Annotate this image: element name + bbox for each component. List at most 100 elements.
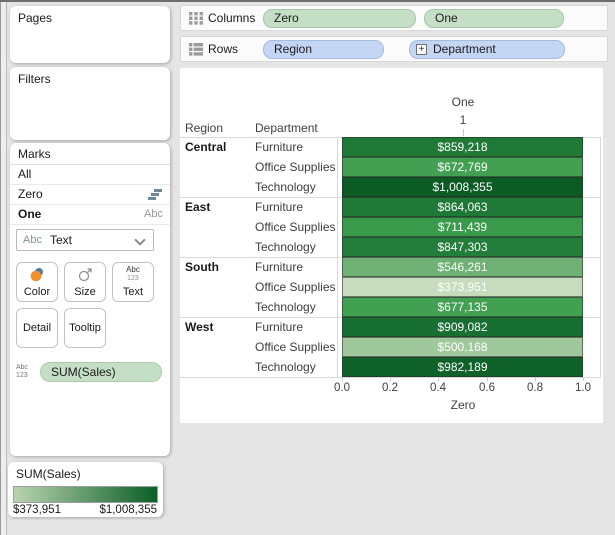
marks-layer-zero[interactable]: Zero (10, 185, 170, 205)
region-label: East (185, 200, 211, 214)
sales-bar[interactable]: $864,063 (342, 197, 583, 217)
size-button-label: Size (74, 286, 96, 298)
window-top-edge (0, 0, 615, 2)
left-pane-splitter (0, 2, 7, 535)
department-label: Technology (255, 180, 316, 194)
filters-shelf[interactable]: Filters (10, 67, 170, 140)
department-label: Office Supplies (255, 220, 336, 234)
axis-tick-label: 0.6 (479, 382, 495, 394)
rows-icon (189, 43, 203, 59)
rows-shelf[interactable]: Rows Region Department (180, 36, 608, 62)
detail-button[interactable]: Detail (16, 308, 58, 348)
pill-zero[interactable]: Zero (263, 9, 416, 28)
mark-type-value: Text (49, 233, 72, 247)
chevron-down-icon (134, 234, 146, 246)
sales-value: $672,769 (437, 160, 488, 174)
department-label: Office Supplies (255, 280, 336, 294)
sales-bar[interactable]: $1,008,355 (342, 177, 583, 197)
text-button-label: Text (122, 286, 144, 298)
axis-tick-label: 0.4 (430, 382, 446, 394)
columns-icon (189, 12, 203, 28)
pill-department-label: Department (433, 42, 496, 56)
department-label: Furniture (255, 260, 304, 274)
color-button-label: Color (23, 286, 51, 298)
department-label: Furniture (255, 140, 304, 154)
color-legend[interactable]: SUM(Sales) $373,951 $1,008,355 (8, 462, 163, 517)
size-button[interactable]: Size (64, 262, 106, 302)
rows-shelf-label: Rows (208, 42, 239, 56)
mark-type-dropdown[interactable]: Abc Text (16, 229, 154, 251)
department-label: Technology (255, 360, 316, 374)
region-label: West (185, 320, 214, 334)
table-row: Technology $982,189 (180, 357, 601, 377)
marks-layer-one[interactable]: One Abc (10, 205, 170, 225)
sales-value: $982,189 (437, 360, 488, 374)
expand-icon[interactable] (416, 44, 427, 55)
sales-bar[interactable]: $677,135 (342, 297, 583, 317)
sales-bar[interactable]: $982,189 (342, 357, 583, 377)
table-row: South Furniture $546,261 (180, 257, 601, 277)
pill-department[interactable]: Department (409, 40, 565, 59)
pill-region[interactable]: Region (263, 40, 384, 59)
color-button[interactable]: Color (16, 262, 58, 302)
axis-tick-label: 0.2 (382, 382, 398, 394)
sales-value: $546,261 (437, 260, 488, 274)
sales-bar[interactable]: $373,951 (342, 277, 583, 297)
department-label: Furniture (255, 200, 304, 214)
sales-value: $677,135 (437, 300, 488, 314)
sales-value: $1,008,355 (432, 180, 493, 194)
chart-area: One 1 Region Department Central Furnitur… (180, 68, 603, 423)
column-field-header: One (451, 95, 475, 109)
sales-value: $864,063 (437, 200, 488, 214)
sales-bar[interactable]: $546,261 (342, 257, 583, 277)
sales-bar[interactable]: $672,769 (342, 157, 583, 177)
marks-layer-all[interactable]: All (10, 165, 170, 185)
sales-value: $847,303 (437, 240, 488, 254)
abc-123-icon: Abc 123 (16, 364, 29, 379)
columns-shelf-label: Columns (208, 11, 256, 25)
marks-layer-zero-label: Zero (18, 187, 43, 201)
column-value-header: 1 (459, 113, 467, 127)
table-row: Central Furniture $859,218 (180, 137, 601, 157)
department-label: Furniture (255, 320, 304, 334)
pages-shelf[interactable]: Pages (10, 6, 170, 63)
tooltip-button-label: Tooltip (69, 322, 101, 334)
sales-value: $373,951 (437, 280, 488, 294)
tooltip-button[interactable]: Tooltip (64, 308, 106, 348)
sales-bar[interactable]: $909,082 (342, 317, 583, 337)
marks-card: Marks All Zero One Abc Abc Text Color Si… (10, 143, 170, 456)
gantt-bar-icon (148, 185, 163, 204)
sum-sales-pill[interactable]: SUM(Sales) (40, 362, 162, 382)
x-axis[interactable]: 0.0 0.2 0.4 0.6 0.8 1.0 (180, 377, 601, 399)
sales-bar[interactable]: $859,218 (342, 137, 583, 157)
pill-one[interactable]: One (424, 9, 564, 28)
sales-bar[interactable]: $500,168 (342, 337, 583, 357)
table-row: West Furniture $909,082 (180, 317, 601, 337)
sales-bar[interactable]: $847,303 (342, 237, 583, 257)
department-label: Technology (255, 240, 316, 254)
filters-shelf-title: Filters (18, 72, 51, 86)
sales-value: $909,082 (437, 320, 488, 334)
marks-layer-one-label: One (18, 207, 42, 221)
crosstab-table: Central Furniture $859,218 Office Suppli… (180, 137, 601, 378)
table-row: Technology $1,008,355 (180, 177, 601, 197)
marks-field-row: Abc 123 SUM(Sales) (16, 362, 166, 382)
color-icon (17, 266, 57, 283)
legend-min-value: $373,951 (13, 504, 61, 516)
sales-value: $711,439 (437, 220, 488, 234)
text-button[interactable]: Abc 123 Text (112, 262, 154, 302)
x-axis-title: Zero (450, 398, 476, 412)
sales-bar[interactable]: $711,439 (342, 217, 583, 237)
columns-shelf[interactable]: Columns Zero One (180, 5, 608, 31)
department-column-header: Department (255, 121, 318, 135)
legend-max-value: $1,008,355 (99, 504, 157, 516)
marks-title: Marks (10, 143, 170, 165)
abc-icon: Abc (23, 234, 42, 246)
color-gradient-bar (13, 486, 158, 503)
abc-123-icon: Abc 123 (126, 265, 140, 283)
column-header-tick (463, 129, 464, 136)
table-row: Office Supplies $711,439 (180, 217, 601, 237)
table-row: Office Supplies $500,168 (180, 337, 601, 357)
table-row: East Furniture $864,063 (180, 197, 601, 217)
detail-button-label: Detail (22, 322, 52, 334)
